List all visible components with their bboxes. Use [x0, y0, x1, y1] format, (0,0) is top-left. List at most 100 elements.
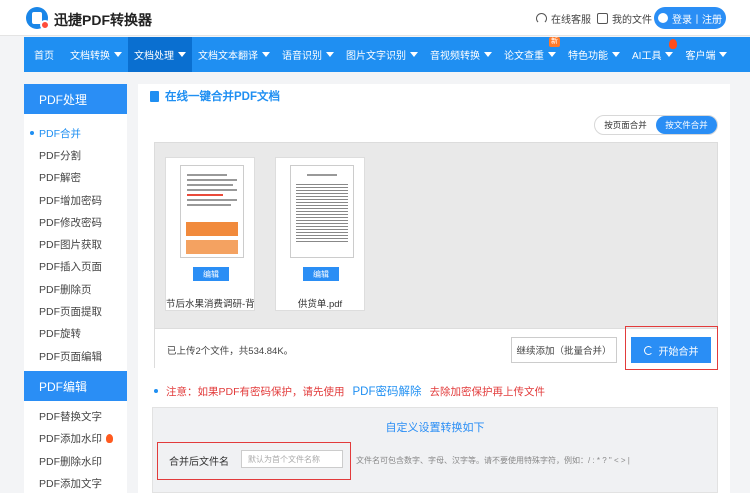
merge-by-page-option[interactable]: 按页面合并: [595, 116, 656, 134]
sidebar-item[interactable]: PDF分割: [24, 144, 127, 166]
nav-item[interactable]: AI工具: [626, 37, 679, 72]
sidebar-item[interactable]: PDF添加文字: [24, 472, 127, 493]
chevron-down-icon: [326, 52, 334, 57]
sidebar-item[interactable]: PDF删除页: [24, 278, 127, 300]
nav-item-label: 论文查重: [504, 51, 544, 62]
login-label: 登录丨注册: [672, 14, 722, 26]
sidebar-item-label: PDF修改密码: [39, 216, 102, 229]
login-register-button[interactable]: 登录丨注册: [654, 7, 726, 29]
chevron-down-icon: [612, 52, 620, 57]
sidebar: PDF处理 PDF合并 PDF分割 PDF解密 PDF增加密码 PDF修改密码 PDF图片…: [24, 84, 127, 493]
nav-item[interactable]: 文档文本翻译: [192, 37, 276, 72]
sidebar-section-pdf-edit: PDF编辑: [24, 371, 127, 402]
sidebar-item-label: PDF旋转: [39, 328, 81, 341]
page-title-text: 在线一键合并PDF文档: [165, 91, 280, 103]
chevron-down-icon: [548, 52, 556, 57]
highlight-frame: [625, 326, 718, 370]
merge-mode-toggle: 按页面合并 按文件合并: [594, 115, 718, 135]
user-icon: [658, 13, 668, 23]
nav-item[interactable]: 客户端: [679, 37, 733, 72]
continue-add-button[interactable]: 继续添加（批量合并）: [511, 337, 617, 363]
headset-icon: [536, 13, 547, 24]
sidebar-item[interactable]: PDF修改密码: [24, 211, 127, 233]
file-name: 供货单.pdf: [297, 299, 343, 310]
new-badge: 新: [549, 37, 560, 47]
sidebar-item[interactable]: PDF图片获取: [24, 233, 127, 255]
page-title: 在线一键合并PDF文档: [150, 88, 280, 104]
main-nav: 首页 文档转换 文档处理 文档文本翻译 语音识别 图片文字识别 音视频转换 论文查重新特色功能…: [24, 37, 750, 72]
fire-icon: [106, 434, 113, 444]
my-files-link[interactable]: 我的文件: [597, 11, 652, 26]
top-header: 迅捷PDF转换器 在线客服 我的文件 登录丨注册: [0, 0, 750, 36]
sidebar-item-label: PDF插入页面: [39, 261, 102, 274]
settings-title: 自定义设置转换如下: [385, 422, 485, 434]
chevron-down-icon: [178, 52, 186, 57]
notice-suffix: 去除加密保护再上传文件: [429, 385, 546, 398]
highlight-frame: [157, 442, 351, 480]
sidebar-item-label: PDF添加水印: [39, 433, 102, 446]
file-thumbnail: [180, 165, 244, 258]
nav-item[interactable]: 语音识别: [276, 37, 340, 72]
nav-item-label: 文档转换: [70, 51, 110, 62]
file-thumbnail: [290, 165, 354, 258]
merge-by-file-option[interactable]: 按文件合并: [656, 116, 717, 134]
notice-prefix: 注意：如果PDF有密码保护，请先使用: [166, 385, 345, 398]
file-card[interactable]: 编辑 节后水果消费调研-背景...: [165, 157, 255, 311]
sidebar-item[interactable]: PDF替换文字: [24, 405, 127, 427]
sidebar-item[interactable]: PDF页面提取: [24, 300, 127, 322]
online-service-link[interactable]: 在线客服: [536, 11, 591, 26]
sidebar-item-label: PDF替换文字: [39, 410, 102, 423]
my-files-label: 我的文件: [612, 15, 652, 26]
sidebar-item-label: PDF添加文字: [39, 477, 102, 490]
sidebar-item[interactable]: PDF添加水印: [24, 428, 127, 450]
chevron-down-icon: [262, 52, 270, 57]
sidebar-item[interactable]: PDF页面编辑: [24, 345, 127, 367]
nav-item[interactable]: 文档转换: [64, 37, 128, 72]
chevron-down-icon: [114, 52, 122, 57]
nav-item-label: 特色功能: [568, 51, 608, 62]
filename-hint: 文件名可包含数字、字母、汉字等。请不要使用特殊字符，例如：/ : * ? " <…: [356, 456, 630, 465]
chevron-down-icon: [719, 52, 728, 57]
bullet-icon: [154, 389, 158, 393]
sidebar-item-label: PDF分割: [39, 149, 81, 162]
sidebar-item-label: PDF删除水印: [39, 455, 102, 468]
app-logo-icon[interactable]: [26, 7, 50, 30]
fire-icon: [669, 39, 678, 49]
pdf-decrypt-link[interactable]: PDF密码解除: [353, 383, 422, 399]
sidebar-item-label: PDF图片获取: [39, 239, 102, 252]
main-panel: 在线一键合并PDF文档 按页面合并 按文件合并 编辑 节后水果消费调研-背景..…: [138, 84, 730, 493]
nav-item[interactable]: 论文查重新: [498, 37, 562, 72]
nav-item-label: 音视频转换: [430, 51, 480, 62]
sidebar-item[interactable]: PDF合并: [24, 122, 127, 144]
password-notice: 注意：如果PDF有密码保护，请先使用 PDF密码解除 去除加密保护再上传文件: [154, 383, 545, 399]
sidebar-item-label: PDF合并: [39, 127, 81, 140]
nav-item-label: 客户端: [685, 51, 716, 62]
app-title[interactable]: 迅捷PDF转换器: [54, 10, 152, 30]
nav-item-label: 语音识别: [282, 51, 322, 62]
chevron-down-icon: [665, 52, 674, 57]
sidebar-item[interactable]: PDF旋转: [24, 323, 127, 345]
sidebar-item[interactable]: PDF增加密码: [24, 189, 127, 211]
edit-button[interactable]: 编辑: [193, 267, 229, 281]
document-icon: [597, 13, 608, 24]
nav-item[interactable]: 特色功能: [562, 37, 626, 72]
sidebar-item-label: PDF删除页: [39, 283, 92, 296]
nav-item[interactable]: 首页: [24, 37, 64, 72]
nav-item[interactable]: 文档处理: [128, 37, 192, 72]
sidebar-section-pdf-processing: PDF处理: [24, 84, 127, 114]
nav-item-label: 首页: [34, 51, 54, 62]
nav-item[interactable]: 图片文字识别: [340, 37, 424, 72]
nav-item[interactable]: 音视频转换: [424, 37, 498, 72]
nav-item-label: AI工具: [632, 51, 662, 62]
sidebar-item[interactable]: PDF解密: [24, 167, 127, 189]
sidebar-item-label: PDF增加密码: [39, 194, 102, 207]
edit-button[interactable]: 编辑: [303, 267, 339, 281]
sidebar-item-label: PDF解密: [39, 172, 81, 185]
sidebar-item[interactable]: PDF插入页面: [24, 256, 127, 278]
sidebar-item-label: PDF页面提取: [39, 306, 102, 319]
sidebar-item[interactable]: PDF删除水印: [24, 450, 127, 472]
chevron-down-icon: [484, 52, 492, 57]
nav-item-label: 文档文本翻译: [198, 51, 258, 62]
file-card[interactable]: 编辑 供货单.pdf: [275, 157, 365, 311]
online-service-label: 在线客服: [551, 15, 591, 26]
